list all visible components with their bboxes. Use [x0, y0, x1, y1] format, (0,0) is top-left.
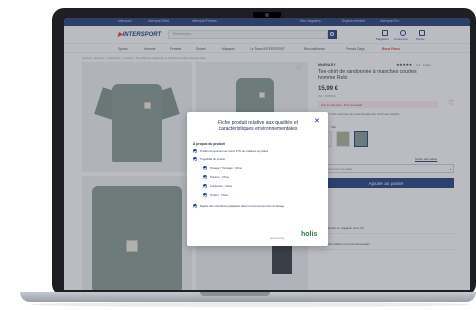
check-icon [203, 166, 208, 171]
check-icon [203, 193, 208, 198]
modal-title: Fiche produit relative aux qualités et c… [217, 120, 299, 132]
check-icon [193, 204, 198, 209]
modal-row-text: Teinture : Chine [210, 175, 229, 179]
environment-modal: Fiche produit relative aux qualités et c… [187, 112, 328, 246]
modal-row-text: Rejette des microfibres plastiques dans … [200, 204, 285, 208]
modal-row-text: Confection : Chine [210, 184, 233, 188]
check-icon [193, 157, 198, 162]
laptop-shadow [30, 302, 470, 307]
check-icon [203, 175, 208, 180]
check-icon [193, 149, 198, 154]
modal-row-text: Produit comprenant au moins 57% de matiè… [200, 149, 269, 153]
powered-by-label: powered by [270, 236, 285, 240]
holis-logo: holis [301, 231, 318, 238]
close-icon[interactable]: ✕ [314, 118, 320, 125]
modal-row-text: Tissage / Tricotage : Chine [210, 166, 242, 170]
check-icon [203, 184, 208, 189]
laptop-display: Intersport Intersport Rent Intersport Fi… [64, 18, 470, 290]
modal-row-text: Traçabilité du produit [200, 157, 225, 161]
modal-row-text: Finition : Chine [210, 193, 228, 197]
camera-icon [265, 13, 269, 17]
laptop-base-lip [200, 292, 270, 296]
section-title: À propos du produit [193, 142, 225, 146]
